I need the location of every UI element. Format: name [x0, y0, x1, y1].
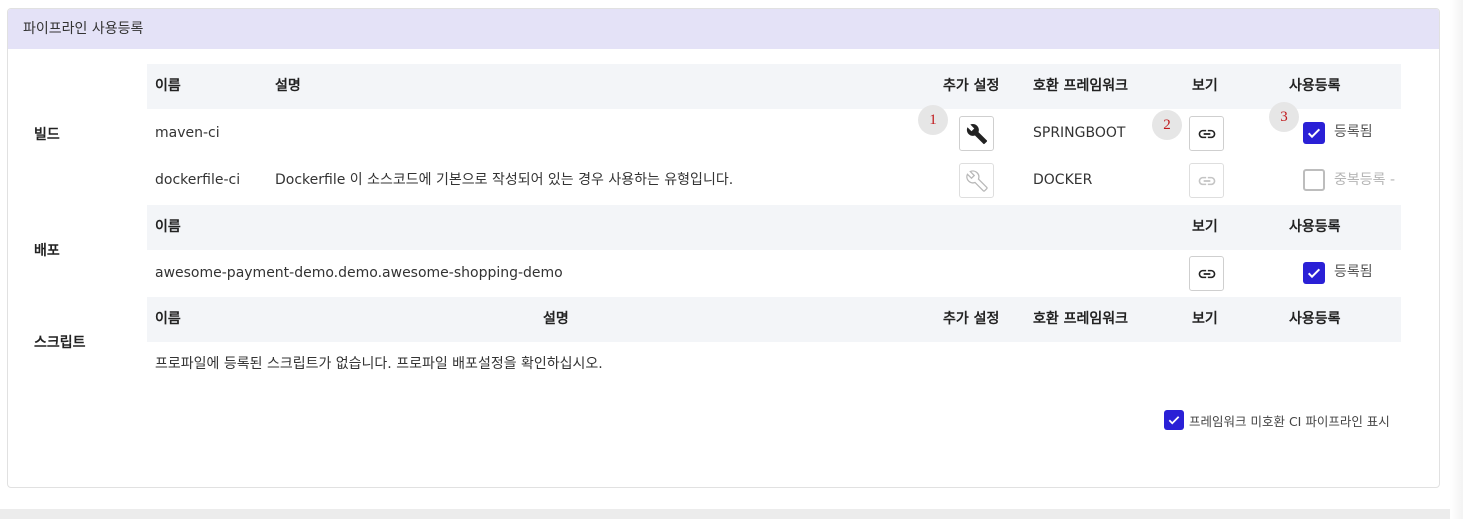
- build-row-2-framework: DOCKER: [1033, 172, 1093, 188]
- view-link-button-disabled[interactable]: [1189, 163, 1224, 198]
- annotation-badge-3: 3: [1269, 102, 1299, 132]
- build-row-1-name: maven-ci: [155, 125, 220, 141]
- show-incompatible-checkbox[interactable]: [1164, 410, 1184, 430]
- view-link-button[interactable]: [1189, 116, 1224, 151]
- script-table-header: 이름 설명 추가 설정 호환 프레임워크 보기 사용등록: [147, 297, 1401, 342]
- col-framework-header: 호환 프레임워크: [1033, 311, 1129, 327]
- panel-title: 파이프라인 사용등록: [8, 9, 1439, 49]
- link-icon: [1198, 269, 1215, 278]
- build-row-1-framework: SPRINGBOOT: [1033, 125, 1126, 141]
- col-view-header: 보기: [1192, 311, 1218, 327]
- col-extra-header: 추가 설정: [943, 311, 1000, 327]
- annotation-badge-2: 2: [1152, 110, 1182, 140]
- deploy-register-checkbox[interactable]: [1303, 262, 1325, 284]
- col-desc-header: 설명: [275, 78, 301, 94]
- deploy-register-status-label: 등록됨: [1334, 264, 1373, 280]
- col-framework-header: 호환 프레임워크: [1033, 78, 1129, 94]
- col-view-header: 보기: [1192, 78, 1218, 94]
- link-icon: [1198, 129, 1215, 138]
- extra-settings-button[interactable]: [959, 116, 994, 151]
- col-name-header: 이름: [155, 311, 181, 327]
- register-status-label: 등록됨: [1334, 124, 1373, 140]
- script-empty-message: 프로파일에 등록된 스크립트가 없습니다. 프로파일 배포설정을 확인하십시오.: [155, 356, 603, 372]
- register-status-label-duplicate: 중복등록 -: [1334, 172, 1396, 188]
- deploy-row-1-name: awesome-payment-demo.demo.awesome-shoppi…: [155, 265, 563, 281]
- link-icon: [1198, 176, 1215, 185]
- wrench-icon: [966, 123, 987, 144]
- page-bottom-shade: [0, 509, 1463, 519]
- col-view-header: 보기: [1192, 219, 1218, 235]
- deploy-table-header: 이름 보기 사용등록: [147, 205, 1401, 250]
- col-extra-header: 추가 설정: [943, 78, 1000, 94]
- pipeline-registration-panel: 파이프라인 사용등록 빌드 이름 설명 추가 설정 호환 프레임워크 보기 사용…: [7, 8, 1440, 488]
- annotation-badge-1: 1: [918, 105, 948, 135]
- section-label-build: 빌드: [34, 127, 60, 143]
- check-icon: [1307, 268, 1321, 279]
- section-label-script: 스크립트: [34, 335, 86, 351]
- register-checkbox-duplicate[interactable]: [1303, 169, 1325, 191]
- page-right-shade: [1450, 0, 1463, 519]
- check-icon: [1168, 416, 1180, 425]
- build-row-2-desc: Dockerfile 이 소스코드에 기본으로 작성되어 있는 경우 사용하는 …: [275, 172, 734, 188]
- col-name-header: 이름: [155, 219, 181, 235]
- check-icon: [1307, 128, 1321, 139]
- section-label-deploy: 배포: [34, 243, 60, 259]
- extra-settings-button-disabled[interactable]: [959, 163, 994, 198]
- col-name-header: 이름: [155, 78, 181, 94]
- col-register-header: 사용등록: [1289, 311, 1341, 327]
- build-row-2-name: dockerfile-ci: [155, 172, 241, 188]
- col-register-header: 사용등록: [1289, 219, 1341, 235]
- wrench-icon: [965, 169, 988, 192]
- build-table-header: 이름 설명 추가 설정 호환 프레임워크 보기 사용등록: [147, 64, 1401, 109]
- register-checkbox[interactable]: [1303, 122, 1325, 144]
- col-desc-header: 설명: [543, 311, 569, 327]
- show-incompatible-label: 프레임워크 미호환 CI 파이프라인 표시: [1189, 414, 1390, 429]
- col-register-header: 사용등록: [1289, 78, 1341, 94]
- deploy-view-link-button[interactable]: [1189, 256, 1224, 291]
